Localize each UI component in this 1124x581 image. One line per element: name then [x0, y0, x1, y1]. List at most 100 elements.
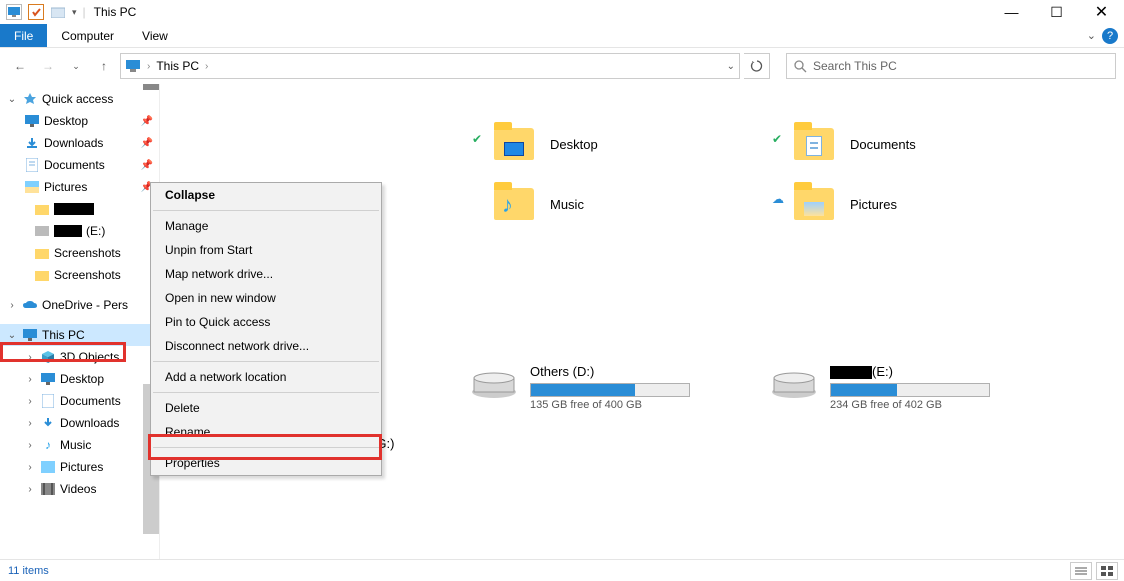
tree-folder-redacted[interactable] — [0, 198, 159, 220]
tree-quick-access[interactable]: ⌄ Quick access — [0, 88, 159, 110]
ctx-rename[interactable]: Rename — [151, 420, 381, 444]
refresh-button[interactable] — [744, 53, 770, 79]
tree-label: (E:) — [86, 224, 105, 238]
thispc-icon — [22, 327, 38, 343]
close-button[interactable]: ✕ — [1079, 0, 1124, 24]
tree-label: 3D Objects — [60, 350, 119, 364]
tree-label: Desktop — [60, 372, 104, 386]
tree-onedrive[interactable]: › OneDrive - Pers — [0, 294, 159, 316]
chevron-right-icon[interactable]: › — [24, 418, 36, 429]
minimize-button[interactable]: — — [989, 0, 1034, 24]
qat-dropdown-icon[interactable]: ▾ — [72, 7, 77, 18]
download-icon — [40, 415, 56, 431]
tree-pictures-pc[interactable]: › Pictures — [0, 456, 159, 478]
drive-free-text: 234 GB free of 402 GB — [830, 399, 990, 411]
sidebar-scrollbar[interactable] — [143, 84, 159, 90]
drive-d[interactable]: Others (D:) 135 GB free of 400 GB — [470, 364, 730, 411]
tree-screenshots[interactable]: Screenshots — [0, 242, 159, 264]
tree-this-pc[interactable]: ⌄ This PC — [0, 324, 159, 346]
chevron-down-icon[interactable]: ⌄ — [6, 330, 18, 341]
menu-separator — [153, 392, 379, 393]
tree-documents[interactable]: Documents 📌 — [0, 154, 159, 176]
folder-desktop[interactable]: ✔ Desktop — [490, 124, 750, 164]
tree-downloads[interactable]: Downloads 📌 — [0, 132, 159, 154]
thispc-qat-icon[interactable] — [6, 4, 22, 20]
tree-music-pc[interactable]: › ♪ Music — [0, 434, 159, 456]
desktop-icon — [40, 371, 56, 387]
ribbon-collapse-icon[interactable]: ⌄ — [1087, 29, 1096, 42]
tree-videos-pc[interactable]: › Videos — [0, 478, 159, 500]
cloud-sync-icon: ☁ — [772, 192, 784, 206]
tree-downloads-pc[interactable]: › Downloads — [0, 412, 159, 434]
menu-separator — [153, 361, 379, 362]
address-dropdown-icon[interactable]: ⌄ — [727, 61, 735, 72]
chevron-right-icon[interactable]: › — [6, 300, 18, 311]
tree-3d-objects[interactable]: › 3D Objects — [0, 346, 159, 368]
properties-qat-icon[interactable] — [28, 4, 44, 20]
nav-tree: ⌄ Quick access Desktop 📌 Downloads 📌 Doc… — [0, 84, 160, 559]
tree-label: Documents — [60, 394, 121, 408]
chevron-down-icon[interactable]: ⌄ — [6, 94, 18, 105]
redacted-label — [54, 203, 94, 215]
back-button[interactable]: ← — [8, 54, 32, 78]
breadcrumb-root[interactable]: This PC — [156, 59, 199, 73]
tree-screenshots[interactable]: Screenshots — [0, 264, 159, 286]
folder-icon — [34, 245, 50, 261]
help-icon[interactable]: ? — [1102, 28, 1118, 44]
folder-music[interactable]: ♪ Music — [490, 184, 750, 224]
drive-e[interactable]: (E:) 234 GB free of 402 GB — [770, 364, 1030, 411]
ctx-map-drive[interactable]: Map network drive... — [151, 262, 381, 286]
details-view-button[interactable] — [1070, 562, 1092, 580]
ctx-add-location[interactable]: Add a network location — [151, 365, 381, 389]
maximize-button[interactable]: ☐ — [1034, 0, 1079, 24]
cloud-icon — [22, 297, 38, 313]
tree-pictures[interactable]: Pictures 📌 — [0, 176, 159, 198]
thispc-breadcrumb-icon — [125, 59, 141, 73]
ctx-disconnect[interactable]: Disconnect network drive... — [151, 334, 381, 358]
forward-button[interactable]: → — [36, 54, 60, 78]
tree-drive-e[interactable]: (E:) — [0, 220, 159, 242]
folder-documents[interactable]: ✔ Documents — [790, 124, 1050, 164]
tree-label: This PC — [42, 328, 85, 342]
search-box[interactable]: Search This PC — [786, 53, 1116, 79]
tab-view[interactable]: View — [128, 24, 182, 47]
up-button[interactable]: ↑ — [92, 54, 116, 78]
chevron-right-icon[interactable]: › — [24, 396, 36, 407]
sync-check-icon: ✔ — [772, 132, 782, 146]
chevron-right-icon[interactable]: › — [24, 374, 36, 385]
tiles-view-button[interactable] — [1096, 562, 1118, 580]
drive-icon — [34, 223, 50, 239]
chevron-right-icon[interactable]: › — [24, 484, 36, 495]
ctx-properties[interactable]: Properties — [151, 451, 381, 475]
nav-bar: ← → ⌄ ↑ › This PC › ⌄ Search This PC — [0, 48, 1124, 84]
ctx-delete[interactable]: Delete — [151, 396, 381, 420]
redacted-label — [830, 366, 872, 379]
drive-icon — [470, 364, 518, 400]
picture-icon — [40, 459, 56, 475]
chevron-right-icon[interactable]: › — [24, 352, 36, 363]
newfolder-qat-icon[interactable] — [50, 4, 66, 20]
ctx-unpin[interactable]: Unpin from Start — [151, 238, 381, 262]
tree-desktop[interactable]: Desktop 📌 — [0, 110, 159, 132]
address-bar[interactable]: › This PC › ⌄ — [120, 53, 740, 79]
menu-separator — [153, 210, 379, 211]
tab-file[interactable]: File — [0, 24, 47, 47]
ctx-new-window[interactable]: Open in new window — [151, 286, 381, 310]
chevron-right-icon[interactable]: › — [24, 440, 36, 451]
music-icon: ♪ — [40, 437, 56, 453]
tree-desktop-pc[interactable]: › Desktop — [0, 368, 159, 390]
ctx-manage[interactable]: Manage — [151, 214, 381, 238]
ctx-collapse[interactable]: Collapse — [151, 183, 381, 207]
tree-label: Pictures — [60, 460, 103, 474]
drive-free-text: 135 GB free of 400 GB — [530, 399, 690, 411]
chevron-right-icon[interactable]: › — [24, 462, 36, 473]
folder-label: Music — [550, 197, 584, 212]
tree-label: Documents — [44, 158, 105, 172]
folder-pictures[interactable]: ☁ Pictures — [790, 184, 1050, 224]
tab-computer[interactable]: Computer — [47, 24, 128, 47]
recent-dropdown-icon[interactable]: ⌄ — [64, 54, 88, 78]
ribbon-tabs: File Computer View ⌄ ? — [0, 24, 1124, 48]
ctx-pin-qa[interactable]: Pin to Quick access — [151, 310, 381, 334]
drive-usage-bar — [530, 383, 690, 397]
tree-documents-pc[interactable]: › Documents — [0, 390, 159, 412]
